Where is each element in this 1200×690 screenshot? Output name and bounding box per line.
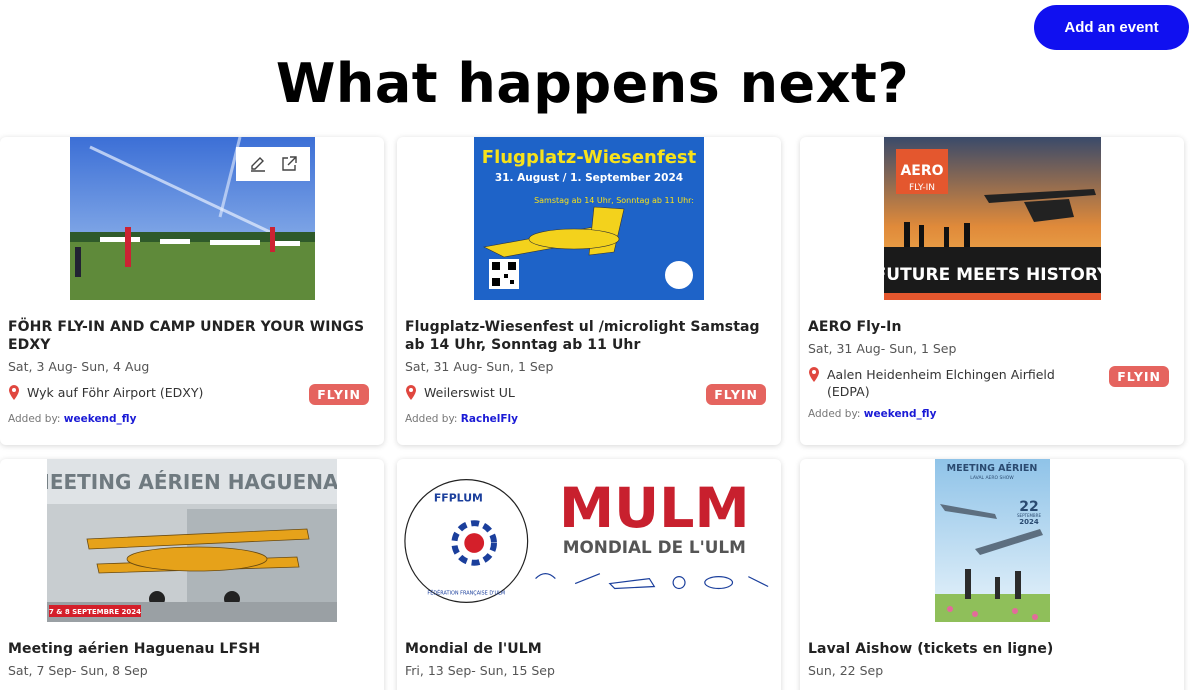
event-card[interactable]: Flugplatz-Wiesenfest 31. August / 1. Sep… [397, 137, 781, 445]
poster-subtitle: MONDIAL DE L'ULM [563, 537, 746, 557]
event-image[interactable]: MEETING AÉRIEN LAVAL AERO SHOW 22 SEPTEM… [800, 459, 1184, 622]
event-title[interactable]: FÖHR FLY-IN AND CAMP UNDER YOUR WINGS ED… [8, 318, 376, 354]
poster-laval-aero-show: MEETING AÉRIEN LAVAL AERO SHOW 22 SEPTEM… [934, 459, 1050, 622]
external-link-icon[interactable] [279, 154, 299, 174]
added-by-user-link[interactable]: weekend_fly [864, 408, 937, 420]
event-location: Weilerswist UL [424, 385, 515, 400]
page-title: What happens next? [275, 52, 910, 115]
event-type-badge: FLYIN [1109, 366, 1169, 387]
added-by: Added by: weekend_fly [808, 408, 937, 420]
poster-meeting-haguenau: MEETING AÉRIEN HAGUENAU 7 & 8 SEPTEMBRE … [47, 459, 337, 622]
added-by-user-link[interactable]: weekend_fly [64, 413, 137, 425]
poster-logo: MULM [559, 477, 750, 541]
event-image[interactable]: Flugplatz-Wiesenfest 31. August / 1. Sep… [397, 137, 781, 300]
added-by: Added by: RachelFly [405, 413, 519, 425]
event-image[interactable]: FFPLUM FÉDÉRATION FRANÇAISE D'ULM MULM M… [397, 459, 781, 622]
event-title[interactable]: Mondial de l'ULM [405, 640, 773, 658]
location-pin-icon [9, 385, 19, 400]
event-card[interactable]: FÖHR FLY-IN AND CAMP UNDER YOUR WINGS ED… [0, 137, 384, 445]
location-pin-icon [809, 367, 819, 382]
event-title[interactable]: Flugplatz-Wiesenfest ul /microlight Sams… [405, 318, 773, 354]
event-dates: Sat, 31 Aug- Sun, 1 Sep [808, 341, 957, 356]
event-dates: Fri, 13 Sep- Sun, 15 Sep [405, 663, 555, 678]
poster-mondial-ulm: FFPLUM FÉDÉRATION FRANÇAISE D'ULM MULM M… [397, 459, 781, 622]
event-card[interactable]: MEETING AÉRIEN HAGUENAU 7 & 8 SEPTEMBRE … [0, 459, 384, 690]
poster-year: 2024 [1019, 518, 1039, 526]
event-image[interactable] [0, 137, 384, 300]
poster-headline: MEETING AÉRIEN HAGUENAU [47, 470, 337, 494]
event-card[interactable]: MEETING AÉRIEN LAVAL AERO SHOW 22 SEPTEM… [800, 459, 1184, 690]
poster-flugplatz-wiesenfest: Flugplatz-Wiesenfest 31. August / 1. Sep… [474, 137, 704, 300]
poster-aero-fly-in: AERO FLY-IN FUTURE MEETS HISTORY [883, 137, 1101, 300]
poster-headline: MEETING AÉRIEN [946, 462, 1037, 474]
event-dates: Sat, 31 Aug- Sun, 1 Sep [405, 359, 554, 374]
edit-icon[interactable] [248, 154, 268, 174]
poster-logo-bottom: FLY-IN [908, 183, 934, 193]
event-image[interactable]: MEETING AÉRIEN HAGUENAU 7 & 8 SEPTEMBRE … [0, 459, 384, 622]
event-type-badge: FLYIN [309, 384, 369, 405]
poster-headline: Flugplatz-Wiesenfest [482, 147, 697, 168]
poster-dates: 7 & 8 SEPTEMBRE 2024 [49, 608, 141, 616]
event-type-badge: FLYIN [706, 384, 766, 405]
event-dates: Sat, 3 Aug- Sun, 4 Aug [8, 359, 150, 374]
poster-times: Samstag ab 14 Uhr, Sonntag ab 11 Uhr: [534, 196, 694, 205]
event-title[interactable]: Meeting aérien Haguenau LFSH [8, 640, 376, 658]
event-card[interactable]: FFPLUM FÉDÉRATION FRANÇAISE D'ULM MULM M… [397, 459, 781, 690]
event-dates: Sun, 22 Sep [808, 663, 884, 678]
event-title[interactable]: Laval Aishow (tickets en ligne) [808, 640, 1176, 658]
event-dates: Sat, 7 Sep- Sun, 8 Sep [8, 663, 148, 678]
poster-sub: LAVAL AERO SHOW [970, 475, 1014, 481]
poster-dates: 31. August / 1. September 2024 [495, 172, 683, 184]
event-title[interactable]: AERO Fly-In [808, 318, 1176, 336]
event-location: Wyk auf Föhr Airport (EDXY) [27, 385, 204, 400]
poster-banner: FUTURE MEETS HISTORY [884, 265, 1101, 285]
location-pin-icon [406, 385, 416, 400]
added-by-user-link[interactable]: RachelFly [461, 413, 518, 425]
add-event-button[interactable]: Add an event [1034, 5, 1189, 50]
event-location: Aalen Heidenheim Elchingen Airfield (EDP… [827, 367, 1055, 399]
poster-org-full: FÉDÉRATION FRANÇAISE D'ULM [427, 588, 505, 596]
poster-logo-top: AERO [900, 163, 943, 179]
poster-org: FFPLUM [434, 491, 483, 504]
added-by: Added by: weekend_fly [8, 413, 137, 425]
event-card[interactable]: AERO FLY-IN FUTURE MEETS HISTORY AERO Fl… [800, 137, 1184, 445]
card-actions [236, 147, 310, 181]
event-image[interactable]: AERO FLY-IN FUTURE MEETS HISTORY [800, 137, 1184, 300]
